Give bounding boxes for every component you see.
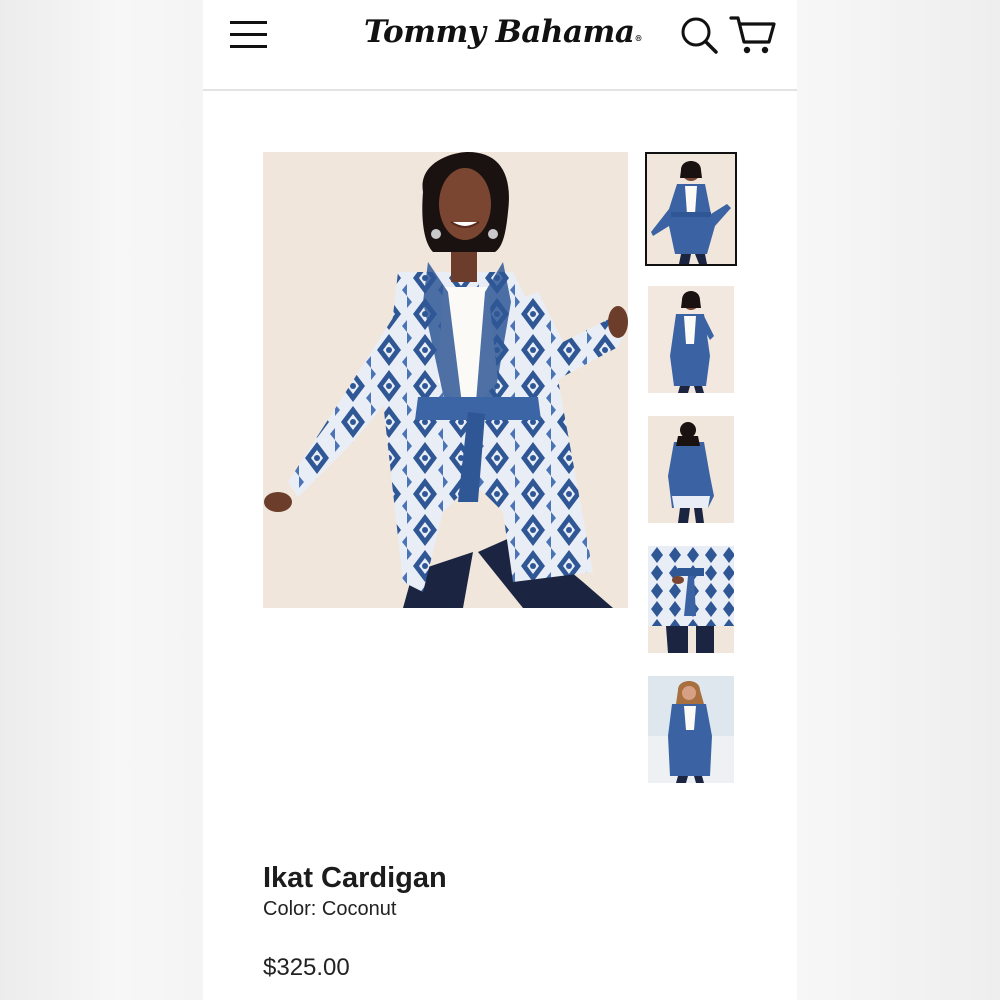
thumbnail-photo bbox=[647, 154, 735, 264]
brand-logo-text: Tommy Bahama bbox=[364, 14, 635, 50]
model-photo bbox=[263, 152, 628, 608]
site-header: Tommy Bahama® bbox=[203, 0, 797, 91]
search-icon bbox=[681, 17, 718, 54]
thumbnail-photo bbox=[648, 416, 734, 523]
thumbnail-photo bbox=[648, 286, 734, 393]
product-price: $325.00 bbox=[263, 954, 350, 981]
product-title: Ikat Cardigan bbox=[263, 862, 447, 894]
thumbnail-4[interactable] bbox=[648, 546, 734, 653]
registered-mark: ® bbox=[634, 33, 642, 43]
main-product-image[interactable] bbox=[263, 152, 628, 608]
product-color: Color: Coconut bbox=[263, 898, 397, 920]
cart-icon bbox=[729, 16, 776, 54]
menu-button[interactable] bbox=[229, 18, 269, 52]
thumbnail-2[interactable] bbox=[648, 286, 734, 393]
thumbnail-3[interactable] bbox=[648, 416, 734, 523]
brand-logo[interactable]: Tommy Bahama® bbox=[363, 12, 643, 52]
cart-button[interactable] bbox=[729, 14, 777, 56]
mobile-viewport: Tommy Bahama® Ikat Cardigan Color: Cocon… bbox=[203, 0, 797, 1000]
thumbnail-5[interactable] bbox=[648, 676, 734, 783]
hamburger-menu-icon bbox=[230, 21, 267, 48]
search-button[interactable] bbox=[679, 15, 719, 55]
thumbnail-photo bbox=[648, 676, 734, 783]
thumbnail-1[interactable] bbox=[645, 152, 737, 266]
thumbnail-photo bbox=[648, 546, 734, 653]
